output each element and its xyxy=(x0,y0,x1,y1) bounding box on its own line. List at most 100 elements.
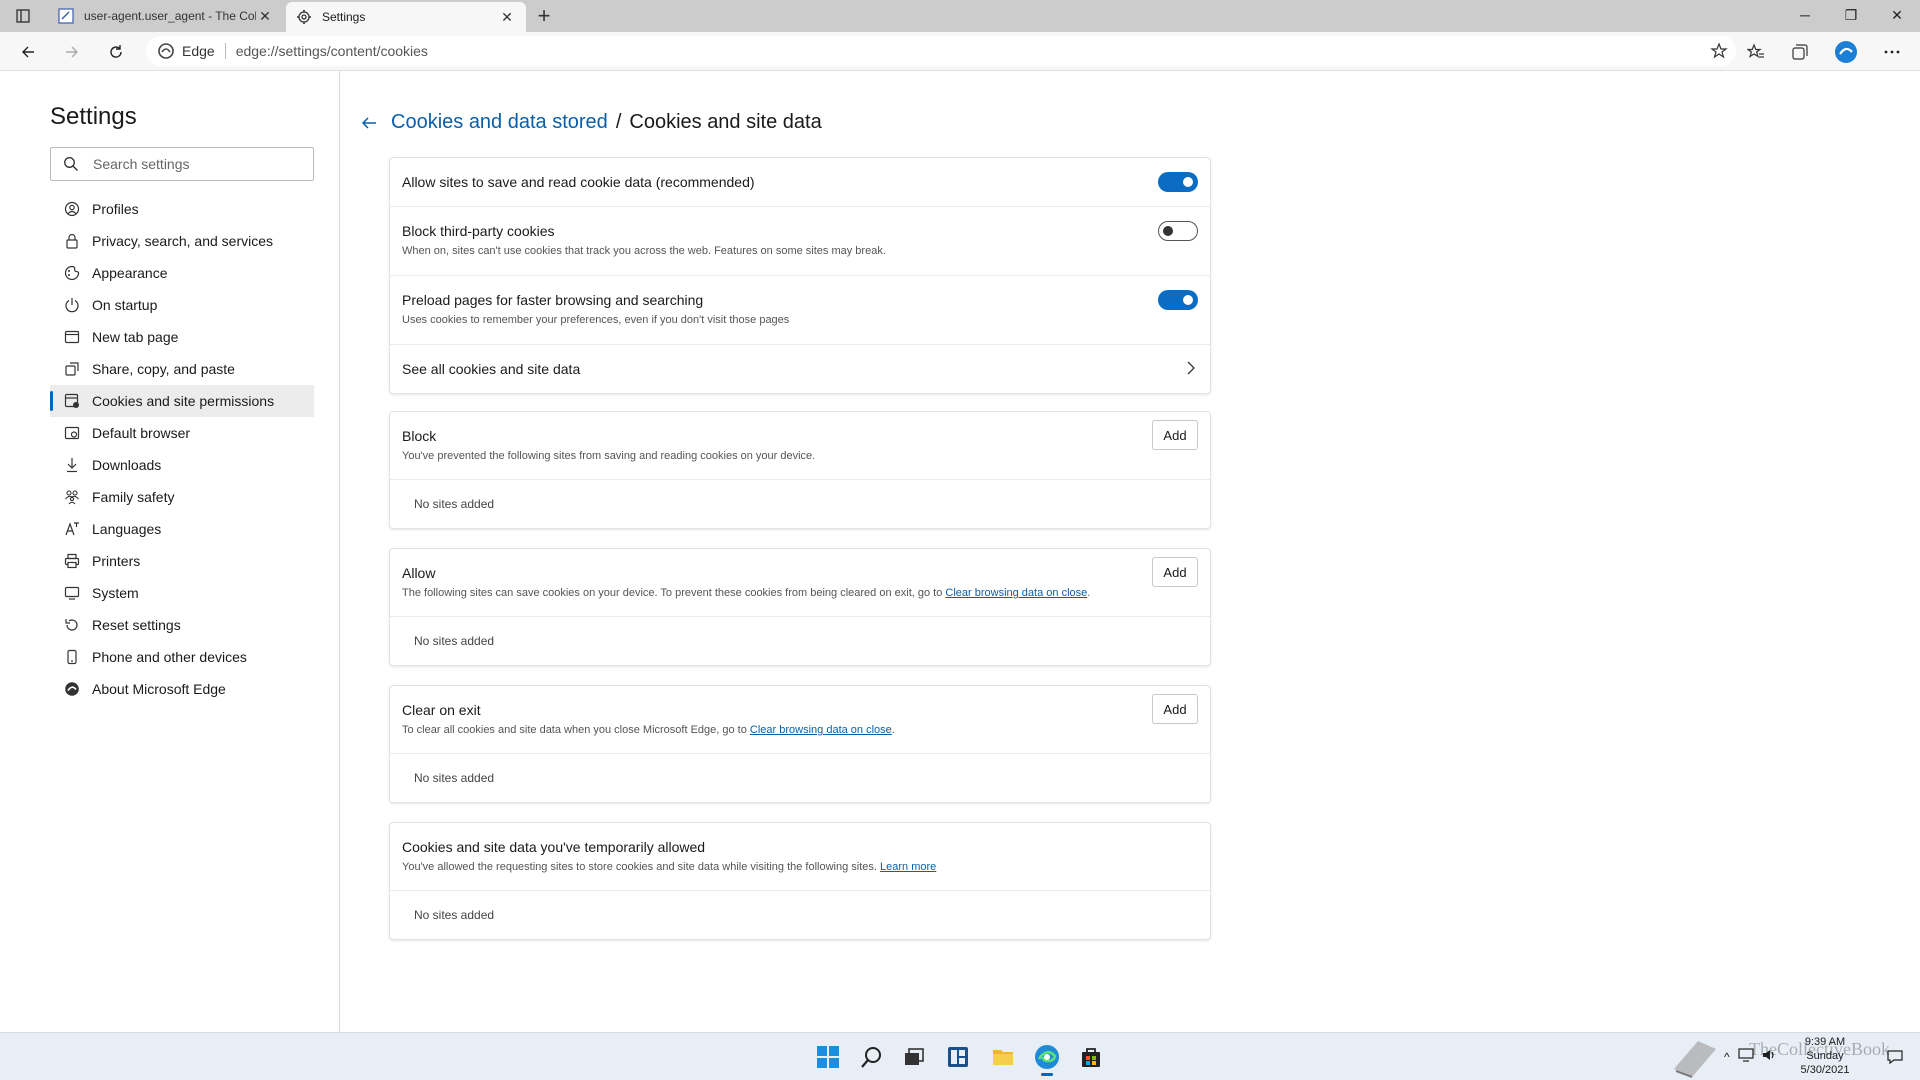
tab-settings[interactable]: Settings ✕ xyxy=(286,2,526,32)
allow-desc-suffix: . xyxy=(1087,587,1091,599)
back-icon[interactable] xyxy=(14,38,42,66)
sidebar-item-label: Family safety xyxy=(92,489,175,505)
minimize-icon[interactable]: ─ xyxy=(1782,0,1828,30)
temporarily-allowed-desc-text: You've allowed the requesting sites to s… xyxy=(402,861,881,873)
clock-date: 5/30/2021 xyxy=(1800,1064,1850,1076)
reset-icon xyxy=(64,617,80,633)
chevron-up-icon[interactable]: ^ xyxy=(1724,1050,1730,1064)
temporarily-allowed-card: Cookies and site data you've temporarily… xyxy=(389,822,1211,940)
sidebar-item-label: System xyxy=(92,585,139,601)
profile-avatar-icon[interactable] xyxy=(1832,38,1860,66)
block-add-button[interactable]: Add xyxy=(1152,420,1198,450)
sidebar-item-new-tab-page[interactable]: New tab page xyxy=(50,321,314,353)
learn-more-link[interactable]: Learn more xyxy=(880,861,936,873)
system-clock[interactable]: 9:39 AM Sunday 5/30/2021 xyxy=(1780,1035,1870,1077)
sidebar-item-downloads[interactable]: Downloads xyxy=(50,449,314,481)
tab-title: Settings xyxy=(322,10,366,24)
new-tab-button[interactable]: + xyxy=(532,3,556,28)
window-controls: ─ ❐ ✕ xyxy=(1782,0,1920,32)
favorites-icon[interactable] xyxy=(1742,38,1770,66)
tab-title: user-agent.user_agent - The Coll xyxy=(84,9,256,23)
see-all-cookies-title: See all cookies and site data xyxy=(402,361,581,377)
clear-on-exit-empty-text: No sites added xyxy=(414,771,495,785)
tab-actions-icon[interactable] xyxy=(8,4,38,28)
printer-icon xyxy=(64,553,80,569)
block-header-row: Block You've prevented the following sit… xyxy=(390,412,1210,480)
sidebar-item-languages[interactable]: Languages xyxy=(50,513,314,545)
allow-add-button[interactable]: Add xyxy=(1152,557,1198,587)
phone-icon xyxy=(64,649,80,665)
preload-row: Preload pages for faster browsing and se… xyxy=(390,276,1210,345)
sidebar-item-label: New tab page xyxy=(92,329,179,345)
profile-icon xyxy=(64,201,80,217)
allow-cookies-toggle[interactable] xyxy=(1158,172,1198,192)
allow-header-row: Allow The following sites can save cooki… xyxy=(390,549,1210,617)
address-bar[interactable]: Edge edge://settings/content/cookies xyxy=(146,36,1736,66)
power-icon xyxy=(64,297,80,313)
search-box[interactable] xyxy=(50,147,314,181)
search-input[interactable] xyxy=(93,156,293,172)
breadcrumb-parent-link[interactable]: Cookies and data stored xyxy=(391,111,608,134)
block-third-party-toggle[interactable] xyxy=(1158,221,1198,241)
tab-user-agent[interactable]: user-agent.user_agent - The Coll ✕ xyxy=(48,0,284,32)
sidebar-item-label: Default browser xyxy=(92,425,191,441)
sidebar-item-default-browser[interactable]: Default browser xyxy=(50,417,314,449)
sidebar-item-label: Downloads xyxy=(92,457,162,473)
store-icon[interactable] xyxy=(1075,1041,1107,1073)
sidebar-item-share[interactable]: Share, copy, and paste xyxy=(50,353,314,385)
add-favorite-icon[interactable] xyxy=(1710,42,1728,60)
temporarily-allowed-title: Cookies and site data you've temporarily… xyxy=(402,839,706,855)
preload-toggle[interactable] xyxy=(1158,290,1198,310)
task-view-icon[interactable] xyxy=(898,1041,930,1073)
clear-on-exit-add-button[interactable]: Add xyxy=(1152,694,1198,724)
allow-cookies-row: Allow sites to save and read cookie data… xyxy=(390,158,1210,207)
maximize-icon[interactable]: ❐ xyxy=(1828,0,1874,30)
back-arrow-icon[interactable] xyxy=(359,113,379,133)
page-icon xyxy=(58,8,74,24)
close-icon[interactable]: ✕ xyxy=(256,7,274,25)
more-icon[interactable] xyxy=(1878,38,1906,66)
collections-icon[interactable] xyxy=(1786,38,1814,66)
edge-taskbar-icon[interactable] xyxy=(1031,1041,1063,1076)
allow-card: Allow The following sites can save cooki… xyxy=(389,548,1211,666)
gear-icon xyxy=(296,9,312,25)
clear-browsing-data-link[interactable]: Clear browsing data on close xyxy=(945,587,1087,599)
sidebar-item-reset-settings[interactable]: Reset settings xyxy=(50,609,314,641)
clear-browsing-data-link[interactable]: Clear browsing data on close xyxy=(750,724,892,736)
start-icon[interactable] xyxy=(812,1041,844,1073)
sidebar-item-label: About Microsoft Edge xyxy=(92,681,226,697)
sidebar-item-profiles[interactable]: Profiles xyxy=(50,193,314,225)
sidebar-item-privacy[interactable]: Privacy, search, and services xyxy=(50,225,314,257)
share-icon xyxy=(64,361,80,377)
close-icon[interactable]: ✕ xyxy=(498,8,516,26)
allow-desc: The following sites can save cookies on … xyxy=(402,587,1198,599)
sidebar-item-phone-devices[interactable]: Phone and other devices xyxy=(50,641,314,673)
url-text[interactable]: edge://settings/content/cookies xyxy=(236,43,428,59)
forward-icon[interactable] xyxy=(58,38,86,66)
chevron-right-icon xyxy=(1186,361,1196,375)
refresh-icon[interactable] xyxy=(102,38,130,66)
book-logo-icon xyxy=(1668,1033,1722,1080)
sidebar-item-label: On startup xyxy=(92,297,158,313)
cookie-settings-card: Allow sites to save and read cookie data… xyxy=(389,157,1211,394)
file-explorer-icon[interactable] xyxy=(987,1041,1019,1073)
sidebar-item-label: Privacy, search, and services xyxy=(92,233,274,249)
browser-icon xyxy=(64,425,80,441)
sidebar-item-about-edge[interactable]: About Microsoft Edge xyxy=(50,673,314,705)
see-all-cookies-row[interactable]: See all cookies and site data xyxy=(390,345,1210,393)
window-close-icon[interactable]: ✕ xyxy=(1874,0,1920,30)
sidebar-item-label: Languages xyxy=(92,521,162,537)
breadcrumb: Cookies and data stored / Cookies and si… xyxy=(359,111,822,134)
allow-cookies-title: Allow sites to save and read cookie data… xyxy=(402,174,755,190)
system-icon xyxy=(64,585,80,601)
sidebar-item-appearance[interactable]: Appearance xyxy=(50,257,314,289)
notification-icon[interactable] xyxy=(1886,1033,1904,1080)
search-icon[interactable] xyxy=(856,1041,888,1073)
sidebar-item-system[interactable]: System xyxy=(50,577,314,609)
sidebar-item-cookies[interactable]: Cookies and site permissions xyxy=(50,385,314,417)
sidebar-item-printers[interactable]: Printers xyxy=(50,545,314,577)
block-card: Block You've prevented the following sit… xyxy=(389,411,1211,529)
sidebar-item-on-startup[interactable]: On startup xyxy=(50,289,314,321)
sidebar-item-family-safety[interactable]: Family safety xyxy=(50,481,314,513)
widgets-icon[interactable] xyxy=(942,1041,974,1073)
